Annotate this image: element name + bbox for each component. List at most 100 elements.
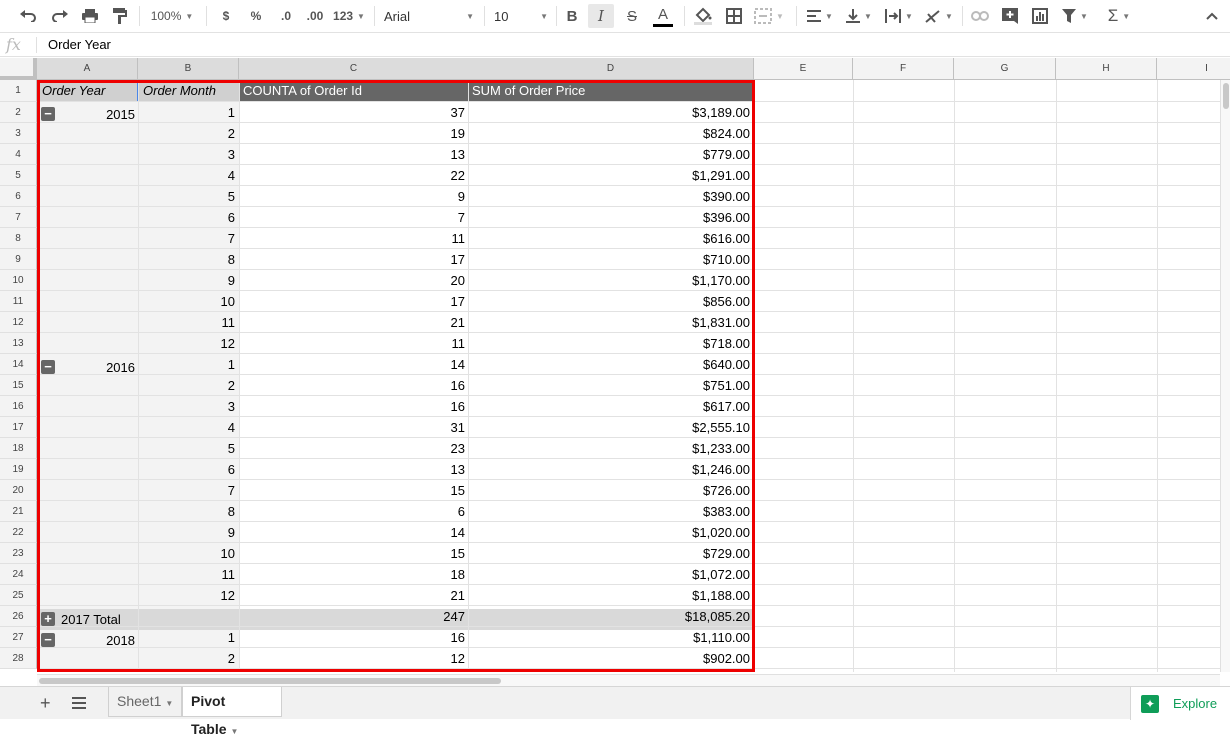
row-header[interactable]: 23 (0, 543, 37, 564)
count-cell[interactable]: 13 (239, 144, 469, 165)
row-header[interactable]: 16 (0, 396, 37, 417)
month-cell[interactable]: 3 (139, 144, 239, 165)
row-header[interactable]: 28 (0, 648, 37, 669)
count-cell[interactable]: 11 (239, 333, 469, 354)
row-header[interactable]: 25 (0, 585, 37, 606)
count-cell[interactable]: 16 (239, 396, 469, 417)
count-cell[interactable]: 11 (239, 228, 469, 249)
sum-cell[interactable]: $396.00 (468, 207, 754, 228)
month-cell[interactable]: 11 (139, 564, 239, 585)
row-header[interactable]: 21 (0, 501, 37, 522)
font-family-select[interactable]: Arial ▼ (384, 4, 474, 28)
month-cell[interactable]: 10 (139, 291, 239, 312)
sheet-tab-pivot-table[interactable]: Pivot Table ▼ (182, 687, 282, 737)
row-header[interactable]: 20 (0, 480, 37, 501)
row-header[interactable]: 22 (0, 522, 37, 543)
explore-button[interactable]: ✦ Explore (1130, 687, 1230, 720)
text-color-button[interactable]: A (650, 4, 676, 28)
sum-cell[interactable]: $640.00 (468, 354, 754, 375)
count-cell[interactable]: 13 (239, 459, 469, 480)
sum-cell[interactable]: $383.00 (468, 501, 754, 522)
column-header-i[interactable]: I (1157, 58, 1230, 80)
zoom-select[interactable]: 100% ▼ (146, 4, 198, 28)
sum-cell[interactable]: $1,233.00 (468, 438, 754, 459)
count-cell[interactable]: 16 (239, 627, 469, 648)
pivot-header-order-year[interactable]: Order Year (38, 80, 138, 102)
insert-comment-icon[interactable] (998, 4, 1022, 28)
sum-cell[interactable]: $718.00 (468, 333, 754, 354)
add-sheet-button[interactable]: + (40, 693, 51, 714)
all-sheets-icon[interactable] (72, 697, 86, 712)
count-cell[interactable]: 21 (239, 585, 469, 606)
sum-cell[interactable]: $779.00 (468, 144, 754, 165)
group-2018[interactable]: 2018 (60, 630, 139, 651)
row-header[interactable]: 27 (0, 627, 37, 648)
increase-decimal-button[interactable]: .00 (302, 4, 328, 28)
column-header-g[interactable]: G (954, 58, 1056, 80)
align-left-icon[interactable]: ▼ (804, 4, 836, 28)
borders-icon[interactable] (722, 4, 746, 28)
count-cell[interactable]: 22 (239, 165, 469, 186)
collapse-group-icon[interactable]: − (41, 633, 55, 647)
count-cell[interactable]: 19 (239, 123, 469, 144)
count-cell[interactable]: 20 (239, 270, 469, 291)
row-header[interactable]: 14 (0, 354, 37, 375)
month-cell[interactable]: 1 (139, 627, 239, 648)
month-cell[interactable]: 8 (139, 501, 239, 522)
pivot-header-count-order-id[interactable]: COUNTA of Order Id (239, 80, 469, 102)
row-header[interactable]: 13 (0, 333, 37, 354)
sum-cell[interactable]: $902.00 (468, 648, 754, 669)
sum-cell[interactable]: $1,291.00 (468, 165, 754, 186)
percent-format-button[interactable]: % (246, 4, 266, 28)
count-cell[interactable]: 16 (239, 375, 469, 396)
sum-cell[interactable]: $710.00 (468, 249, 754, 270)
sum-cell[interactable]: $1,110.00 (468, 627, 754, 648)
collapse-toolbar-icon[interactable] (1202, 4, 1222, 28)
sum-cell[interactable]: $729.00 (468, 543, 754, 564)
count-cell[interactable]: 21 (239, 312, 469, 333)
sheet-tab-sheet1[interactable]: Sheet1 ▼ (108, 687, 182, 717)
sum-cell[interactable]: $18,085.20 (468, 606, 754, 627)
fill-color-icon[interactable] (690, 4, 716, 28)
functions-icon[interactable]: Σ ▼ (1102, 4, 1136, 28)
select-all-corner[interactable] (0, 58, 37, 80)
month-cell[interactable]: 2 (139, 123, 239, 144)
font-size-select[interactable]: 10 ▼ (494, 4, 548, 28)
strikethrough-button[interactable]: S (620, 4, 644, 28)
month-cell[interactable]: 2 (139, 375, 239, 396)
month-cell[interactable]: 9 (139, 522, 239, 543)
sum-cell[interactable]: $1,188.00 (468, 585, 754, 606)
month-cell[interactable]: 1 (139, 354, 239, 375)
month-cell[interactable]: 4 (139, 165, 239, 186)
text-wrap-icon[interactable]: ▼ (882, 4, 916, 28)
pivot-header-order-month[interactable]: Order Month (139, 80, 239, 102)
count-cell[interactable]: 12 (239, 648, 469, 669)
group-2016[interactable]: 2016 (60, 357, 139, 378)
column-header-a[interactable]: A (37, 58, 138, 80)
row-header[interactable]: 8 (0, 228, 37, 249)
column-header-e[interactable]: E (754, 58, 853, 80)
sum-cell[interactable]: $3,189.00 (468, 102, 754, 123)
month-cell[interactable]: 2 (139, 648, 239, 669)
expand-group-icon[interactable]: + (41, 612, 55, 626)
month-cell[interactable]: 6 (139, 207, 239, 228)
count-cell[interactable]: 17 (239, 291, 469, 312)
count-cell[interactable]: 18 (239, 564, 469, 585)
count-cell[interactable]: 15 (239, 480, 469, 501)
month-cell[interactable]: 5 (139, 438, 239, 459)
text-rotation-icon[interactable]: ▼ (922, 4, 956, 28)
sum-cell[interactable]: $751.00 (468, 375, 754, 396)
row-header[interactable]: 15 (0, 375, 37, 396)
row-header[interactable]: 10 (0, 270, 37, 291)
sum-cell[interactable]: $1,072.00 (468, 564, 754, 585)
row-header[interactable]: 6 (0, 186, 37, 207)
count-cell[interactable]: 37 (239, 102, 469, 123)
insert-chart-icon[interactable] (1028, 4, 1052, 28)
month-cell[interactable]: 11 (139, 312, 239, 333)
column-header-b[interactable]: B (138, 58, 239, 80)
column-header-h[interactable]: H (1056, 58, 1157, 80)
sum-cell[interactable]: $856.00 (468, 291, 754, 312)
month-cell[interactable]: 7 (139, 228, 239, 249)
row-header[interactable]: 2 (0, 102, 37, 123)
count-cell[interactable]: 17 (239, 249, 469, 270)
